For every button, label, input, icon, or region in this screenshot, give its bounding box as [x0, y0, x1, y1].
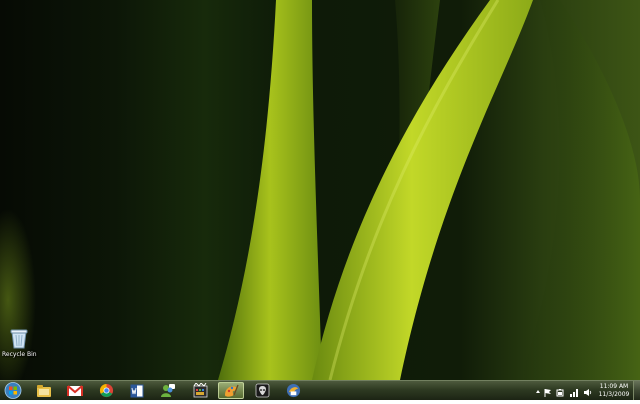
clock-time: 11:09 AM: [599, 383, 629, 390]
system-tray: [536, 384, 592, 398]
green-leaf-wallpaper: [218, 0, 640, 380]
taskbar-alien-app-button[interactable]: [249, 382, 275, 399]
show-desktop-button[interactable]: [633, 381, 640, 400]
thunderbird-icon: [286, 383, 300, 398]
taskbar-paint-button[interactable]: [218, 382, 244, 399]
clock[interactable]: 11:09 AM 11/3/2009: [596, 383, 632, 399]
media-center-icon: [193, 383, 207, 398]
recycle-bin-icon: [9, 327, 29, 349]
recycle-bin-label: Recycle Bin: [2, 351, 37, 358]
show-hidden-icons-icon[interactable]: [536, 389, 540, 393]
clock-date: 11/3/2009: [598, 391, 630, 398]
chrome-icon: [99, 383, 113, 398]
word-icon: [130, 384, 144, 397]
desktop: Recycle Bin: [0, 0, 640, 380]
recycle-bin-shortcut[interactable]: Recycle Bin: [2, 327, 37, 359]
start-button[interactable]: [3, 381, 23, 400]
messenger-icon: [161, 384, 175, 397]
gmail-icon: [67, 384, 83, 396]
taskbar-media-center-button[interactable]: [187, 382, 213, 399]
windows-explorer-icon: [37, 384, 51, 397]
volume-icon[interactable]: [583, 382, 592, 401]
taskbar-gmail-button[interactable]: [62, 382, 88, 399]
taskbar-explorer-button[interactable]: [31, 382, 57, 399]
network-icon[interactable]: [569, 382, 579, 401]
taskbar-messenger-button[interactable]: [155, 382, 181, 399]
taskbar: 11:09 AM 11/3/2009: [0, 380, 640, 400]
taskbar-chrome-button[interactable]: [93, 382, 119, 399]
taskbar-word-button[interactable]: [124, 382, 150, 399]
windows-orb-icon: [4, 382, 22, 399]
alien-app-icon: [255, 383, 269, 398]
taskbar-thunderbird-button[interactable]: [280, 382, 306, 399]
paint-icon: [225, 384, 239, 397]
action-center-flag-icon[interactable]: [544, 382, 552, 401]
battery-icon[interactable]: [556, 382, 565, 401]
